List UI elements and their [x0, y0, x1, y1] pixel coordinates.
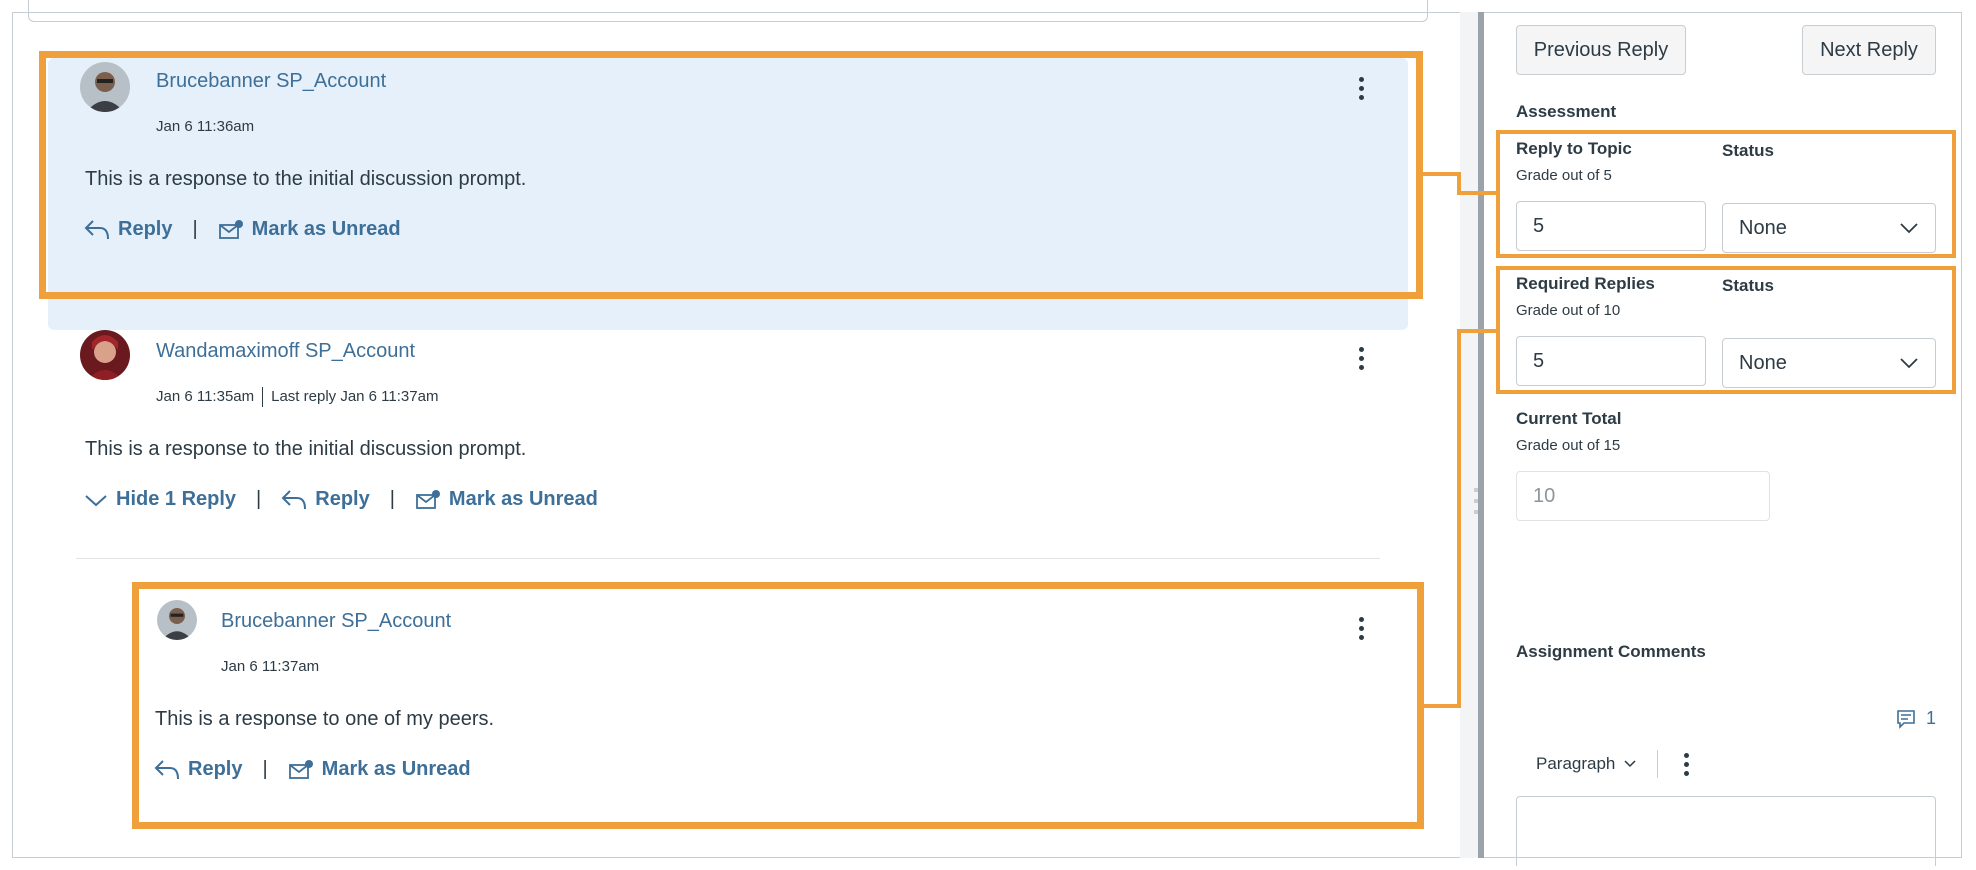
previous-card-edge: [28, 0, 1428, 22]
action-separator: |: [256, 488, 262, 510]
comment-icon: [1897, 709, 1915, 729]
assignment-comments-heading: Assignment Comments: [1516, 642, 1706, 661]
connector-line: [1457, 329, 1496, 333]
last-reply-date: Last reply Jan 6 11:37am: [271, 387, 439, 405]
callout-box-reply-to-topic: [39, 51, 1423, 299]
connector-line: [1457, 191, 1496, 195]
connector-line: [1423, 172, 1459, 176]
post-actions: Hide 1 Reply | Reply | Mark as Unread: [84, 488, 598, 511]
post-body: This is a response to the initial discus…: [85, 438, 527, 460]
post-meta: Jan 6 11:35am Last reply Jan 6 11:37am: [156, 387, 438, 407]
action-separator: |: [389, 488, 395, 510]
callout-box-reply-to-topic-grade: [1496, 130, 1956, 258]
thread-divider: [76, 558, 1380, 559]
previous-reply-button[interactable]: Previous Reply: [1516, 25, 1686, 75]
chevron-down-icon: [85, 494, 107, 506]
comment-count-button[interactable]: 1: [1896, 708, 1936, 729]
current-total-grade-out-of: Grade out of 15: [1516, 437, 1621, 454]
callout-box-peer-reply: [132, 582, 1424, 829]
callout-box-required-replies-grade: [1496, 266, 1956, 394]
format-label: Paragraph: [1536, 754, 1616, 773]
resize-grip-icon[interactable]: [1474, 488, 1480, 514]
panel-splitter[interactable]: [1460, 12, 1484, 858]
post-date: Jan 6 11:35am: [156, 387, 255, 405]
paragraph-format-select[interactable]: Paragraph: [1536, 754, 1637, 774]
reply-button[interactable]: Reply: [281, 488, 370, 511]
next-reply-button[interactable]: Next Reply: [1802, 25, 1936, 75]
connector-line: [1424, 704, 1461, 708]
assessment-heading: Assessment: [1516, 102, 1617, 121]
editor-toolbar: Paragraph: [1536, 750, 1690, 778]
reply-label: Reply: [315, 488, 370, 510]
post-options-kebab-icon[interactable]: [1357, 347, 1365, 370]
current-total-input: 10: [1516, 471, 1770, 521]
hide-replies-label: Hide 1 Reply: [116, 488, 237, 510]
connector-line: [1457, 329, 1461, 708]
avatar-wandamaximoff[interactable]: [80, 330, 130, 380]
comment-editor[interactable]: [1516, 796, 1936, 866]
meta-separator: [262, 387, 264, 407]
hide-replies-button[interactable]: Hide 1 Reply: [84, 488, 236, 511]
toolbar-divider: [1657, 750, 1659, 778]
chevron-down-icon: [1624, 760, 1636, 768]
current-total-label: Current Total: [1516, 409, 1622, 428]
mark-as-unread-button[interactable]: Mark as Unread: [415, 488, 598, 511]
unread-envelope-icon: [416, 489, 440, 509]
splitter-bar: [1478, 12, 1484, 858]
author-name[interactable]: Wandamaximoff SP_Account: [156, 340, 415, 363]
reply-arrow-icon: [281, 489, 307, 509]
editor-more-kebab-icon[interactable]: [1682, 752, 1690, 776]
comment-count: 1: [1926, 708, 1937, 728]
mark-as-unread-label: Mark as Unread: [448, 488, 598, 510]
